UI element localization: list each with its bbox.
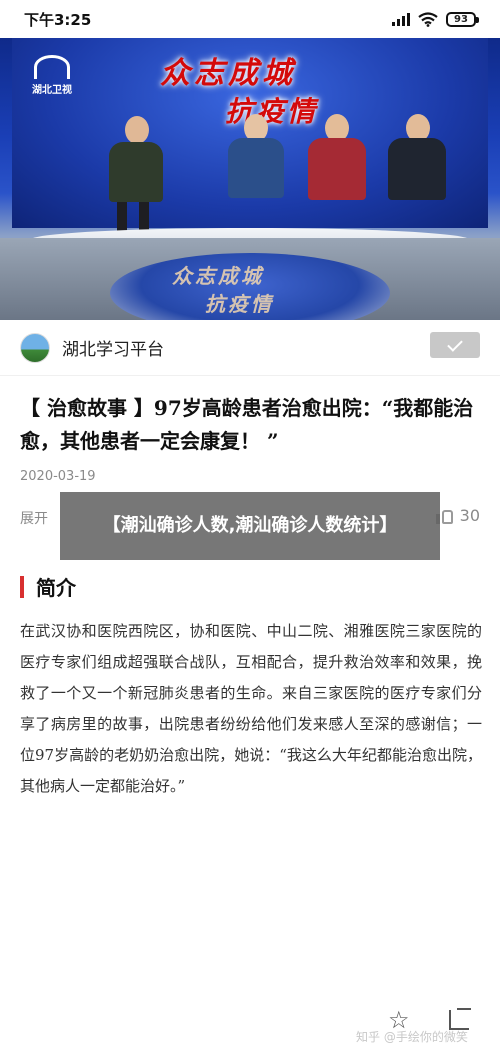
channel-logo-icon (34, 55, 70, 79)
bottom-action-bar: ☆ 知乎 @手绘你的微笑 (0, 1000, 500, 1055)
section-title: 简介 (36, 576, 76, 600)
watermark: 知乎 @手绘你的微笑 (356, 1030, 468, 1044)
publisher-bar: 湖北学习平台 (0, 320, 500, 376)
studio-person-guest1 (228, 114, 284, 224)
backdrop-title-line1: 众志成城 (160, 56, 296, 91)
overlay-banner: 【潮汕确诊人数,潮汕确诊人数统计】 (60, 492, 440, 560)
status-time: 下午3:25 (24, 10, 92, 29)
check-icon (447, 335, 463, 352)
studio-person-guest3 (388, 114, 446, 224)
status-icons: 93 (392, 11, 479, 27)
article-date: 2020-03-19 (20, 469, 96, 484)
video-player[interactable]: 湖北卫视 众志成城 抗疫情 众志成城 抗疫情 (0, 38, 500, 320)
follow-button[interactable] (430, 332, 480, 358)
signal-icon (392, 12, 410, 26)
like-count: 30 (459, 506, 480, 525)
publisher-name[interactable]: 湖北学习平台 (62, 335, 164, 360)
article-body: 在武汉协和医院西院区，协和医院、中山二院、湘雅医院三家医院的医疗专家们组成超强联… (20, 622, 482, 795)
section-accent-bar (20, 575, 24, 598)
avatar[interactable] (20, 332, 50, 363)
channel-logo: 湖北卫视 (26, 52, 78, 96)
desk-text-line2: 抗疫情 (205, 292, 274, 316)
battery-level: 93 (454, 13, 468, 25)
studio-person-guest2 (308, 114, 366, 224)
battery-icon: 93 (446, 11, 479, 27)
article-title: 【 治愈故事 】97岁高龄患者治愈出院：“我都能治愈，其他患者一定会康复！ ” (20, 396, 474, 453)
overlay-banner-text: 【潮汕确诊人数,潮汕确诊人数统计】 (102, 515, 398, 536)
channel-logo-text: 湖北卫视 (32, 85, 72, 96)
expand-link[interactable]: 展开 (20, 508, 48, 528)
status-bar: 下午3:25 93 (0, 0, 500, 38)
desk-text-line1: 众志成城 (172, 264, 264, 288)
wifi-icon (418, 11, 438, 27)
section-heading: 简介 (20, 572, 76, 601)
like-button[interactable]: 30 (435, 506, 480, 525)
share-icon[interactable] (449, 1010, 469, 1030)
